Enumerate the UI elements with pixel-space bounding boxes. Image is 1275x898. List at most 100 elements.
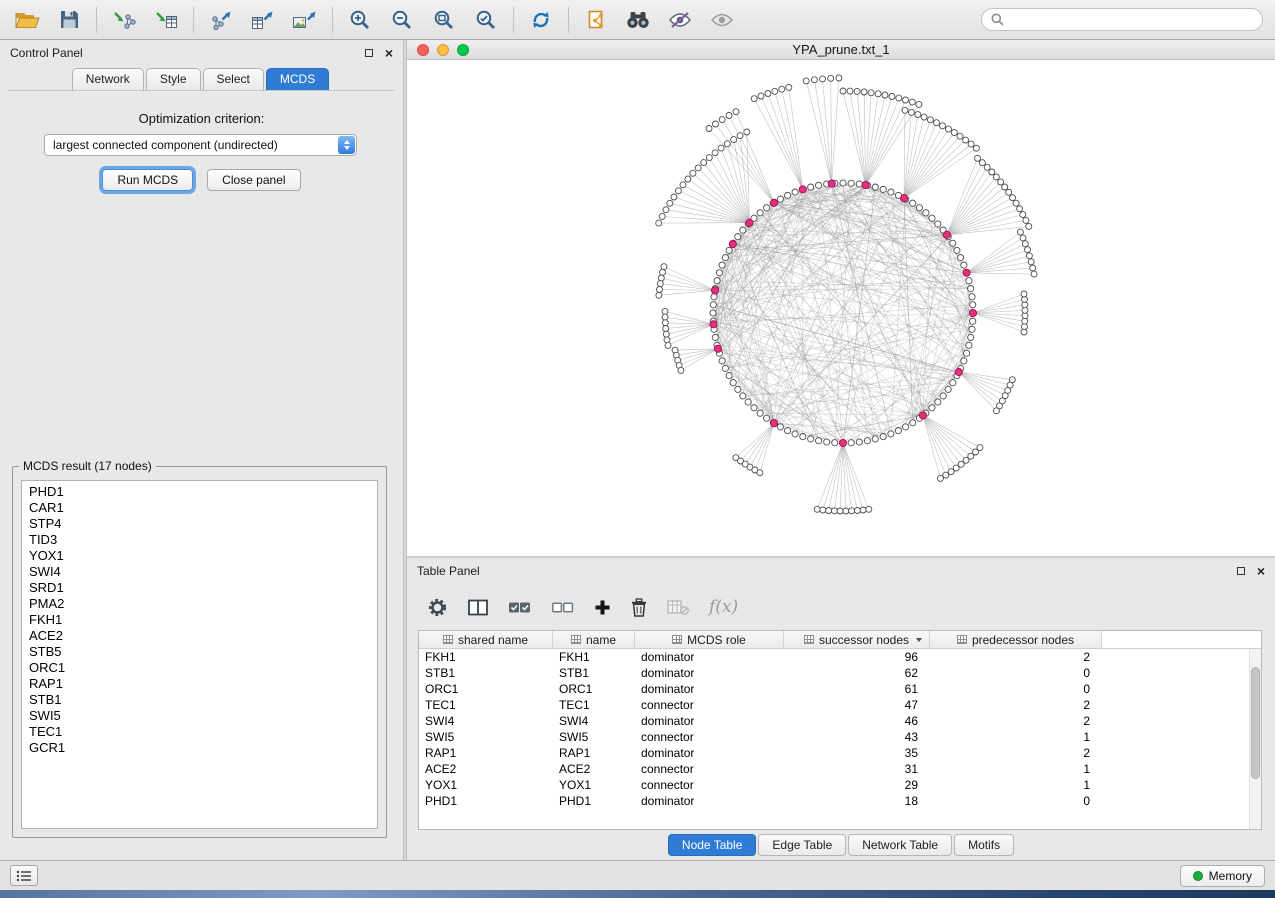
network-hub-node[interactable] (919, 412, 926, 419)
tab-style[interactable]: Style (146, 68, 201, 90)
export-table-button[interactable] (248, 5, 278, 35)
zoom-out-button[interactable] (387, 5, 417, 35)
network-node[interactable] (958, 255, 964, 261)
select-all-button[interactable] (508, 599, 531, 616)
network-node[interactable] (665, 342, 671, 348)
network-node[interactable] (662, 320, 668, 326)
network-hub-node[interactable] (955, 368, 962, 375)
network-node[interactable] (722, 255, 728, 261)
network-node[interactable] (903, 97, 909, 103)
close-table-panel-icon[interactable]: × (1257, 564, 1265, 578)
network-node[interactable] (880, 434, 886, 440)
table-row[interactable]: PHD1PHD1dominator180 (419, 793, 1261, 809)
network-node[interactable] (966, 342, 972, 348)
mcds-node-item[interactable]: ACE2 (22, 628, 377, 644)
network-node[interactable] (824, 439, 830, 445)
network-node[interactable] (1026, 253, 1032, 259)
mcds-node-item[interactable]: TID3 (22, 532, 377, 548)
network-node[interactable] (888, 189, 894, 195)
network-node[interactable] (744, 129, 750, 135)
network-node[interactable] (968, 141, 974, 147)
network-hub-node[interactable] (771, 420, 778, 427)
show-columns-button[interactable] (468, 599, 488, 616)
zoom-fit-button[interactable] (429, 5, 459, 35)
network-node[interactable] (757, 410, 763, 416)
network-node[interactable] (1022, 241, 1028, 247)
network-node[interactable] (710, 310, 716, 316)
network-node[interactable] (979, 160, 985, 166)
network-node[interactable] (737, 133, 743, 139)
tab-select[interactable]: Select (203, 68, 264, 90)
close-window-button[interactable] (417, 44, 429, 56)
network-node[interactable] (861, 89, 867, 95)
network-node[interactable] (667, 200, 673, 206)
import-table-button[interactable] (151, 5, 181, 35)
network-node[interactable] (1010, 195, 1016, 201)
network-node[interactable] (950, 240, 956, 246)
network-node[interactable] (989, 169, 995, 175)
network-node[interactable] (735, 234, 741, 240)
network-node[interactable] (711, 294, 717, 300)
network-hub-node[interactable] (799, 186, 806, 193)
network-node[interactable] (856, 181, 862, 187)
network-node[interactable] (786, 84, 792, 90)
mcds-node-item[interactable]: SWI4 (22, 564, 377, 580)
network-node[interactable] (764, 415, 770, 421)
tab-edge-table[interactable]: Edge Table (758, 834, 846, 856)
network-node[interactable] (656, 220, 662, 226)
network-node[interactable] (1013, 200, 1019, 206)
network-node[interactable] (1025, 247, 1031, 253)
search-field[interactable] (981, 8, 1263, 31)
network-node[interactable] (945, 386, 951, 392)
mcds-node-item[interactable]: PHD1 (22, 484, 377, 500)
network-node[interactable] (847, 88, 853, 94)
network-hub-node[interactable] (943, 231, 950, 238)
network-node[interactable] (903, 424, 909, 430)
table-settings-button[interactable] (427, 597, 448, 618)
network-node[interactable] (1002, 184, 1008, 190)
network-node[interactable] (1021, 291, 1027, 297)
network-node[interactable] (968, 286, 974, 292)
tab-mcds[interactable]: MCDS (266, 68, 329, 90)
network-node[interactable] (710, 302, 716, 308)
mcds-node-item[interactable]: RAP1 (22, 676, 377, 692)
tab-network[interactable]: Network (72, 68, 144, 90)
network-node[interactable] (966, 278, 972, 284)
mcds-node-item[interactable]: TEC1 (22, 724, 377, 740)
network-node[interactable] (940, 393, 946, 399)
network-nodes-layer[interactable] (656, 75, 1037, 514)
scrollbar-thumb[interactable] (1251, 667, 1260, 779)
column-header-name[interactable]: name (553, 631, 635, 648)
network-node[interactable] (1026, 223, 1032, 229)
search-network-button[interactable] (623, 5, 653, 35)
network-node[interactable] (803, 78, 809, 84)
network-node[interactable] (973, 145, 979, 151)
table-row[interactable]: ORC1ORC1dominator610 (419, 681, 1261, 697)
mcds-node-item[interactable]: STP4 (22, 516, 377, 532)
network-hub-node[interactable] (839, 439, 846, 446)
export-image-button[interactable] (290, 5, 320, 35)
table-row[interactable]: SWI4SWI4dominator462 (419, 713, 1261, 729)
network-node[interactable] (1017, 229, 1023, 235)
network-node[interactable] (888, 431, 894, 437)
network-node[interactable] (828, 75, 834, 81)
network-node[interactable] (777, 424, 783, 430)
network-node[interactable] (724, 141, 730, 147)
tab-network-table[interactable]: Network Table (848, 834, 952, 856)
network-node[interactable] (970, 302, 976, 308)
network-node[interactable] (935, 399, 941, 405)
network-node[interactable] (808, 184, 814, 190)
network-node[interactable] (730, 380, 736, 386)
network-node[interactable] (831, 508, 837, 514)
mcds-node-item[interactable]: STB1 (22, 692, 377, 708)
network-hub-node[interactable] (900, 195, 907, 202)
network-node[interactable] (675, 188, 681, 194)
network-node[interactable] (977, 445, 983, 451)
network-node[interactable] (929, 215, 935, 221)
network-hub-node[interactable] (714, 345, 721, 352)
memory-button[interactable]: Memory (1180, 865, 1265, 887)
network-node[interactable] (661, 264, 667, 270)
network-node[interactable] (935, 221, 941, 227)
network-node[interactable] (964, 350, 970, 356)
network-node[interactable] (1023, 217, 1029, 223)
